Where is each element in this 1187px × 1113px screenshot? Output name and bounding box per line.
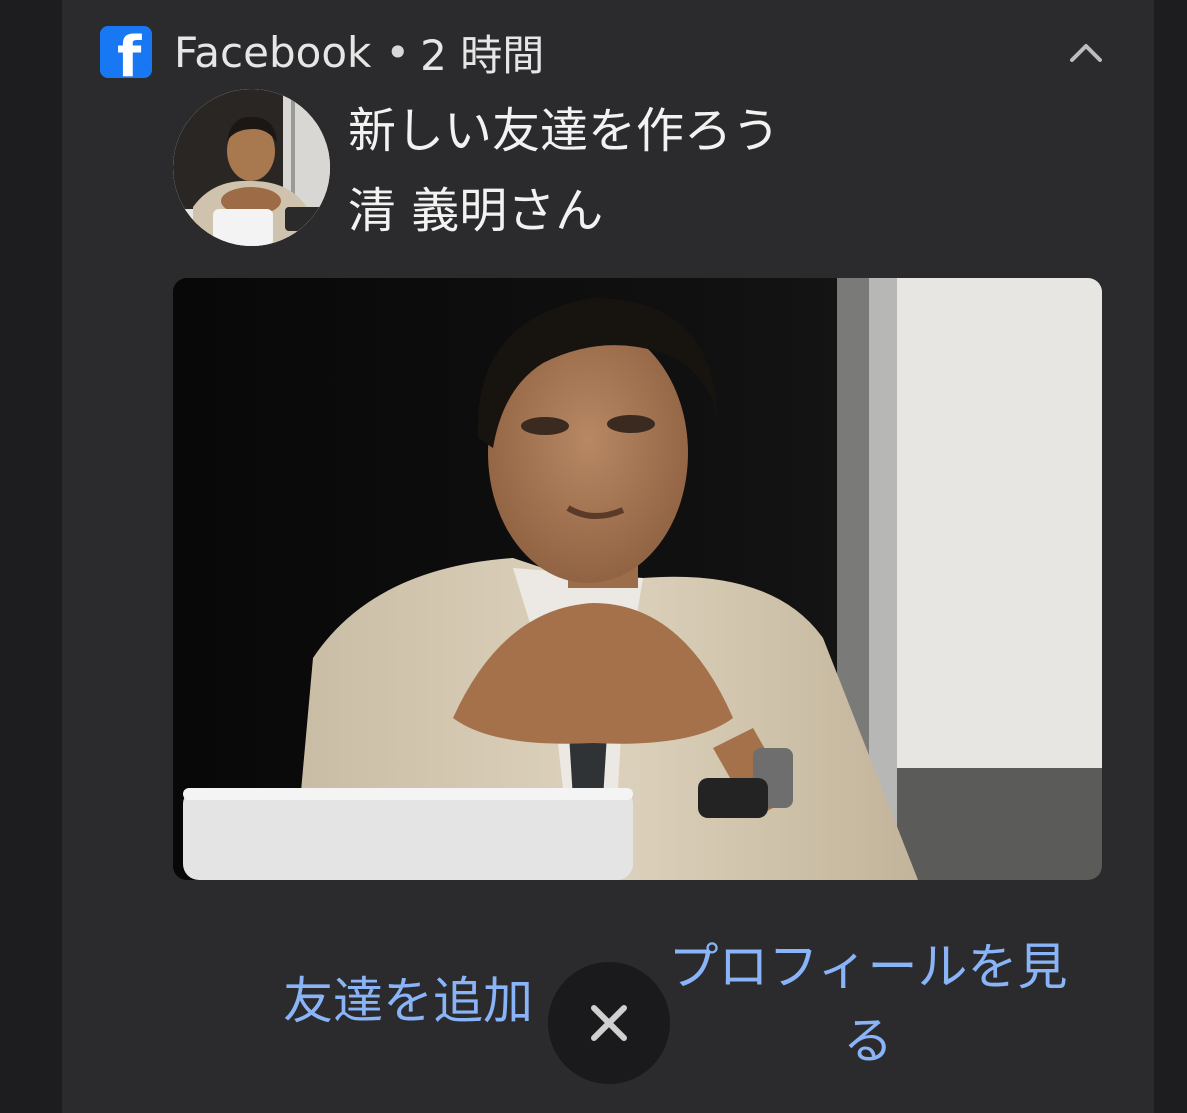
header-separator: • xyxy=(385,27,411,77)
profile-photo[interactable] xyxy=(173,278,1102,880)
view-profile-button[interactable]: プロフィールを見る xyxy=(668,930,1068,1078)
notification-subtitle: 清 義明さん xyxy=(348,183,604,239)
close-icon[interactable] xyxy=(548,962,670,1084)
avatar xyxy=(173,89,330,246)
notification-header: f Facebook • 2 時間 xyxy=(100,26,544,80)
notification-time: 2 時間 xyxy=(420,30,545,80)
add-friend-button[interactable]: 友達を追加 xyxy=(268,965,548,1037)
notification-screen: f Facebook • 2 時間 新しい友達を作ろう 清 義明さん 友達を追加… xyxy=(0,0,1187,1113)
app-name: Facebook xyxy=(174,27,372,77)
facebook-icon: f xyxy=(100,26,152,78)
chevron-up-icon[interactable] xyxy=(1060,30,1112,74)
notification-title: 新しい友達を作ろう xyxy=(348,103,781,159)
